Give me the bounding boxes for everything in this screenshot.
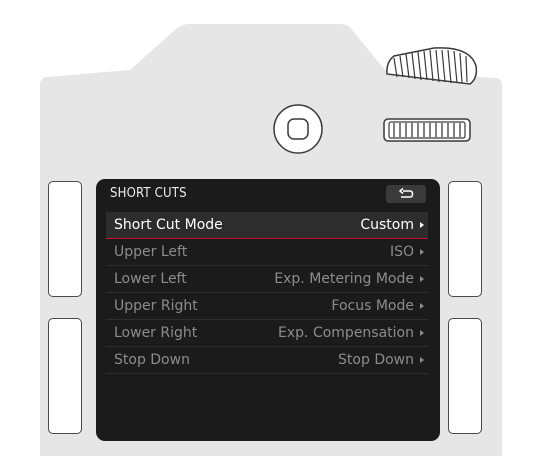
lower-right-function-button[interactable] [448,318,482,434]
menu-item-label: Short Cut Mode [114,217,223,233]
lcd-screen: SHORT CUTS Short Cut Mode Custom Upper L… [96,179,440,441]
upper-right-function-button[interactable] [448,181,482,297]
menu-item-stop-down[interactable]: Stop Down Stop Down [106,347,428,374]
menu-item-lower-left[interactable]: Lower Left Exp. Metering Mode [106,266,428,293]
menu-item-value: Focus Mode [331,298,414,314]
lower-left-function-button[interactable] [48,318,82,434]
screen-header: SHORT CUTS [96,179,440,206]
short-cuts-menu: Short Cut Mode Custom Upper Left ISO Low… [106,212,428,374]
upper-left-function-button[interactable] [48,181,82,297]
menu-item-label: Stop Down [114,352,190,368]
menu-item-label: Upper Left [114,244,188,260]
back-button[interactable] [386,185,426,203]
menu-item-value: Exp. Compensation [278,325,414,341]
submenu-arrow-icon [420,276,424,282]
submenu-arrow-icon [420,303,424,309]
center-control-button[interactable] [273,104,323,154]
menu-item-short-cut-mode[interactable]: Short Cut Mode Custom [106,212,428,239]
submenu-arrow-icon [420,330,424,336]
menu-item-label: Upper Right [114,298,198,314]
menu-item-lower-right[interactable]: Lower Right Exp. Compensation [106,320,428,347]
submenu-arrow-icon [420,249,424,255]
thumb-wheel[interactable] [383,118,471,142]
menu-item-value: Custom [360,217,414,233]
menu-title: SHORT CUTS [110,186,187,201]
submenu-arrow-icon [420,357,424,363]
menu-item-value: Exp. Metering Mode [274,271,414,287]
menu-item-upper-left[interactable]: Upper Left ISO [106,239,428,266]
menu-item-label: Lower Left [114,271,187,287]
menu-item-upper-right[interactable]: Upper Right Focus Mode [106,293,428,320]
menu-item-label: Lower Right [114,325,198,341]
menu-item-value: Stop Down [338,352,414,368]
submenu-arrow-icon [420,222,424,228]
menu-item-value: ISO [389,244,414,260]
back-arrow-icon [398,188,414,198]
